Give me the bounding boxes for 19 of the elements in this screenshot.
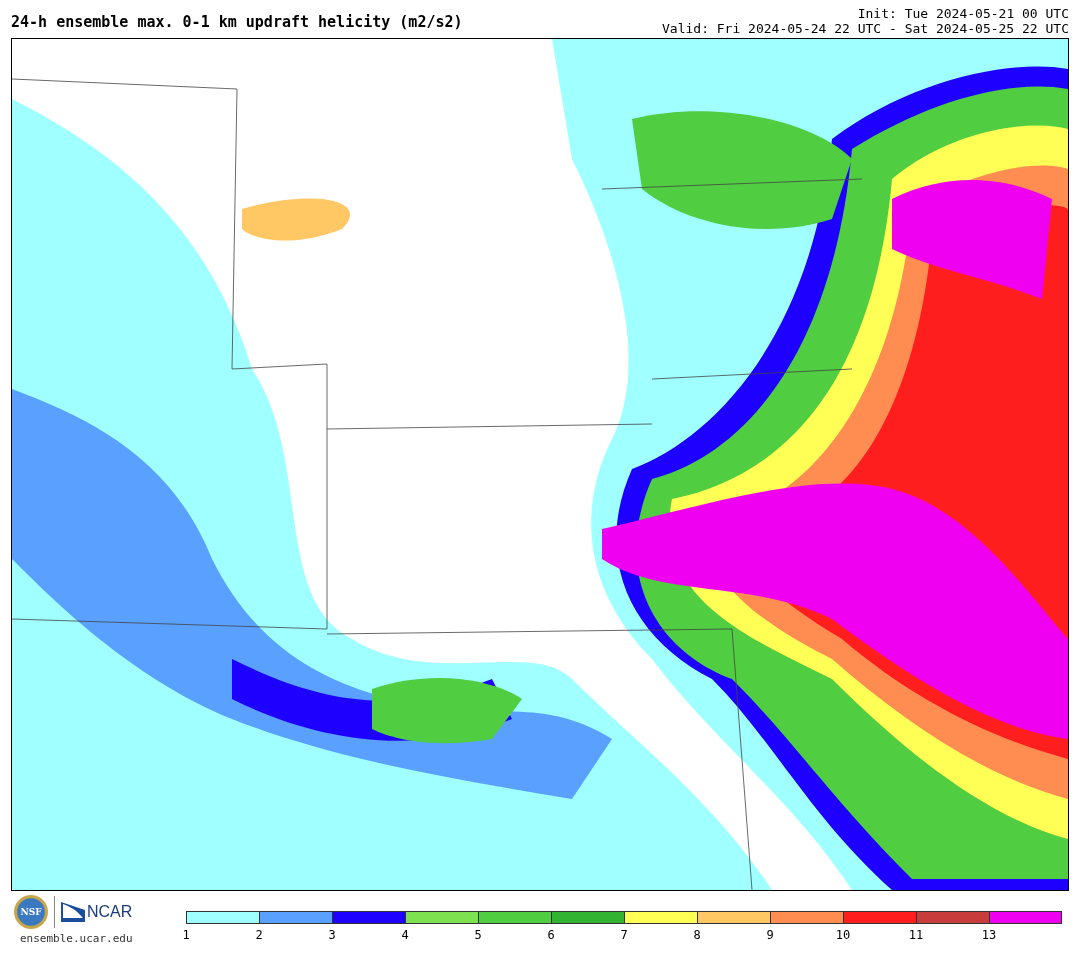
legend-label: 7 [620, 928, 628, 942]
legend-label: 10 [835, 928, 851, 942]
legend-label: 9 [766, 928, 774, 942]
legend-label: 4 [401, 928, 409, 942]
legend-label: 13 [981, 928, 997, 942]
init-time: Init: Tue 2024-05-21 00 UTC [857, 6, 1069, 21]
legend-label: 6 [547, 928, 555, 942]
legend-label: 5 [474, 928, 482, 942]
ncar-logo-icon [61, 902, 85, 922]
valid-time: Valid: Fri 2024-05-24 22 UTC - Sat 2024-05-25 22 UTC [662, 21, 1069, 36]
map-title: 24-h ensemble max. 0-1 km updraft helicity (m2/s2) [11, 13, 463, 31]
nsf-logo: NSF [14, 895, 48, 929]
ncar-logo-text: NCAR [87, 903, 133, 921]
site-url: ensemble.ucar.edu [20, 932, 133, 945]
legend-label: 2 [255, 928, 263, 942]
legend-label: 3 [328, 928, 336, 942]
legend-label: 1 [182, 928, 190, 942]
legend-label: 8 [693, 928, 701, 942]
legend-label: 11 [908, 928, 924, 942]
